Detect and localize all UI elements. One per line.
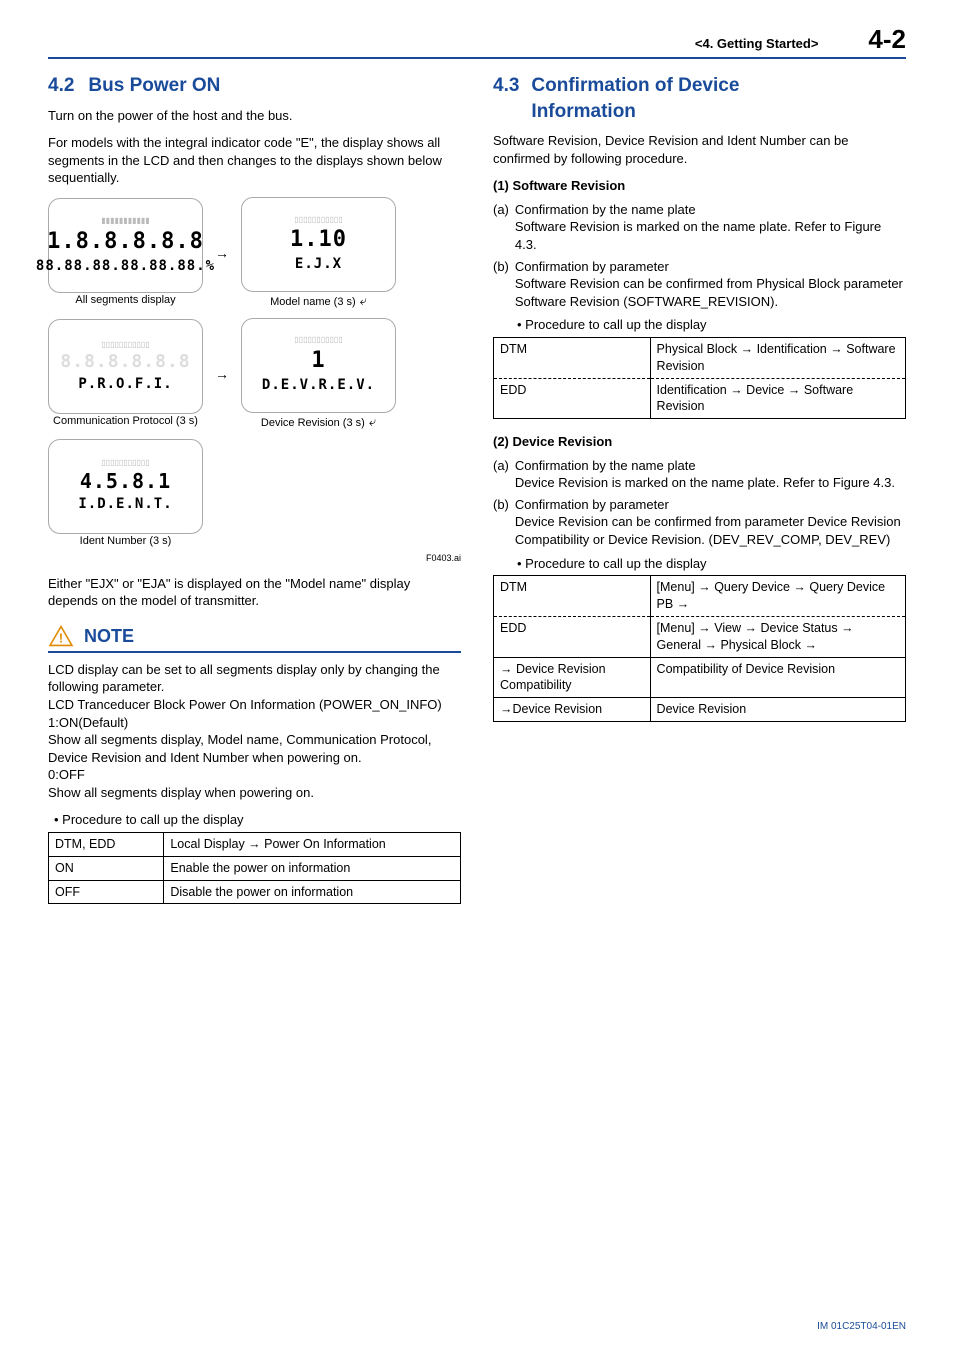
header-chapter: <4. Getting Started>	[695, 36, 819, 51]
table-row: OFFDisable the power on information	[49, 880, 461, 904]
page-header: <4. Getting Started> 4-2	[48, 24, 906, 59]
table-row: DTMPhysical Block → Identification → Sof…	[494, 337, 906, 378]
figure-id: F0403.ai	[48, 552, 461, 564]
note-header: ! NOTE	[48, 624, 461, 653]
note-line: 0:OFF	[48, 766, 461, 784]
two-column-layout: 4.2 Bus Power ON Turn on the power of the…	[48, 73, 906, 918]
lcd-protocol: ▯▯▯▯▯▯▯▯▯▯▯ 8.8.8.8.8.8 P.R.O.F.I.	[48, 319, 203, 414]
lcd-figure: ▮▮▮▮▮▮▮▮▮▮▮ 1.8.8.8.8.8 88.88.88.88.88.8…	[48, 197, 461, 565]
note-line: LCD display can be set to all segments d…	[48, 661, 461, 696]
subsection-heading: (1) Software Revision	[493, 177, 906, 195]
right-column: 4.3 Confirmation of DeviceInformation Sof…	[493, 73, 906, 918]
device-revision-table: DTM[Menu] → Query Device → Query Device …	[493, 575, 906, 722]
lcd-ident: ▯▯▯▯▯▯▯▯▯▯▯ 4.5.8.1 I.D.E.N.T.	[48, 439, 203, 534]
lcd-devrev: ▯▯▯▯▯▯▯▯▯▯▯ 1 D.E.V.R.E.V.	[241, 318, 396, 413]
return-arrow-icon: ⤶	[360, 293, 367, 308]
paragraph: Either "EJX" or "EJA" is displayed on th…	[48, 575, 461, 610]
lcd-caption: Ident Number (3 s)	[48, 534, 203, 549]
software-revision-table: DTMPhysical Block → Identification → Sof…	[493, 337, 906, 420]
procedure-lead: Procedure to call up the display	[517, 316, 906, 334]
lcd-caption: Device Revision (3 s)⤶	[241, 413, 396, 431]
table-row: ONEnable the power on information	[49, 856, 461, 880]
procedure-lead: Procedure to call up the display	[517, 555, 906, 573]
header-page-number: 4-2	[868, 24, 906, 55]
svg-text:!: !	[59, 631, 63, 645]
lcd-model-name: ▯▯▯▯▯▯▯▯▯▯▯ 1.10 E.J.X	[241, 197, 396, 292]
warning-triangle-icon: !	[48, 625, 74, 647]
paragraph: For models with the integral indicator c…	[48, 134, 461, 187]
lcd-all-segments: ▮▮▮▮▮▮▮▮▮▮▮ 1.8.8.8.8.8 88.88.88.88.88.8…	[48, 198, 203, 293]
sub-item-b: (b) Confirmation by parameterDevice Revi…	[493, 496, 906, 549]
procedure-lead: Procedure to call up the display	[54, 811, 461, 829]
note-line: Show all segments display when powering …	[48, 784, 461, 802]
power-on-info-table: DTM, EDDLocal Display → Power On Informa…	[48, 832, 461, 905]
arrow-right-icon: →	[215, 244, 229, 263]
table-row: EDD[Menu] → View → Device Status → Gener…	[494, 616, 906, 657]
section-title: Confirmation of DeviceInformation	[531, 73, 739, 124]
arrow-right-icon: →	[215, 365, 229, 384]
section-number: 4.2	[48, 75, 74, 96]
section-4-3-heading: 4.3 Confirmation of DeviceInformation	[493, 73, 906, 124]
footer-doc-id: IM 01C25T04-01EN	[817, 1321, 906, 1332]
note-title: NOTE	[84, 624, 134, 648]
table-row: EDDIdentification → Device → Software Re…	[494, 378, 906, 419]
table-row: DTM, EDDLocal Display → Power On Informa…	[49, 832, 461, 856]
paragraph: Software Revision, Device Revision and I…	[493, 132, 906, 167]
note-line: LCD Tranceducer Block Power On Informati…	[48, 696, 461, 714]
paragraph: Turn on the power of the host and the bu…	[48, 107, 461, 125]
section-4-2-heading: 4.2 Bus Power ON	[48, 73, 461, 99]
subsection-heading: (2) Device Revision	[493, 433, 906, 451]
table-row: DTM[Menu] → Query Device → Query Device …	[494, 576, 906, 617]
return-arrow-icon: ⤶	[369, 414, 376, 429]
note-body: LCD display can be set to all segments d…	[48, 661, 461, 801]
left-column: 4.2 Bus Power ON Turn on the power of the…	[48, 73, 461, 918]
table-row: → Device Revision CompatibilityCompatibi…	[494, 657, 906, 698]
sub-item-b: (b) Confirmation by parameterSoftware Re…	[493, 258, 906, 311]
lcd-caption: Communication Protocol (3 s)	[48, 414, 203, 429]
sub-item-a: (a) Confirmation by the name plateDevice…	[493, 457, 906, 492]
note-line: Show all segments display, Model name, C…	[48, 731, 461, 766]
table-row: →Device RevisionDevice Revision	[494, 698, 906, 722]
section-number: 4.3	[493, 73, 519, 99]
lcd-caption: All segments display	[48, 293, 203, 308]
sub-item-a: (a) Confirmation by the name plateSoftwa…	[493, 201, 906, 254]
note-line: 1:ON(Default)	[48, 714, 461, 732]
section-title: Bus Power ON	[88, 75, 220, 96]
lcd-caption: Model name (3 s)⤶	[241, 292, 396, 310]
